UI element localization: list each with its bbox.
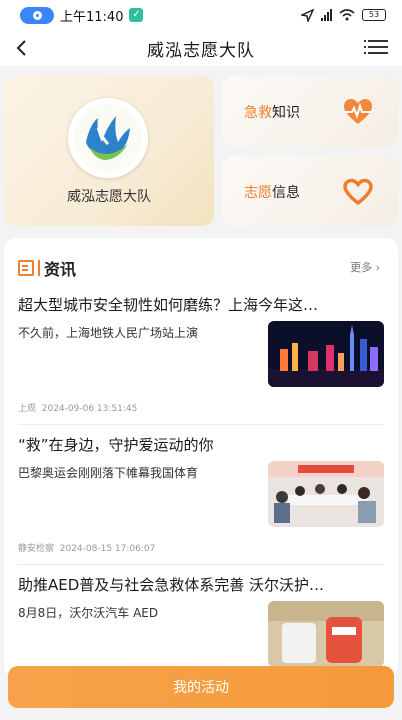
news-time: 2024-08-15 17:06:07 xyxy=(59,544,156,554)
news-item[interactable]: 超大型城市安全韧性如何磨练？上海今年这… 不久前，上海地铁人民广场站上演 上观 … xyxy=(18,294,384,432)
news-thumbnail xyxy=(268,461,384,527)
news-thumbnail xyxy=(268,321,384,387)
news-item-title: “救”在身边，守护爱运动的你 xyxy=(18,436,214,454)
more-link[interactable]: 更多 › xyxy=(350,259,380,275)
location-icon xyxy=(20,6,54,24)
my-activities-button[interactable]: 我的活动 xyxy=(8,666,394,708)
news-panel: 资讯 更多 › 超大型城市安全韧性如何磨练？上海今年这… 不久前，上海地铁人民广… xyxy=(4,238,398,678)
news-item-title: 助推AED普及与社会急救体系完善 沃尔沃护… xyxy=(18,576,325,594)
news-item[interactable]: “救”在身边，守护爱运动的你 巴黎奥运会刚刚落下帷幕我国体育 静安检察 2024… xyxy=(18,434,384,572)
volunteer-info-card[interactable]: 志愿信息 xyxy=(222,156,398,226)
menu-icon[interactable] xyxy=(364,40,388,56)
app-notification-icon: ✓ xyxy=(129,8,144,22)
news-time: 2024-09-06 13:51:45 xyxy=(41,404,138,414)
team-card[interactable]: 威泓志愿大队 xyxy=(4,76,214,226)
card-label: 知识 xyxy=(272,105,300,121)
first-aid-knowledge-card[interactable]: 急救知识 xyxy=(222,76,398,146)
news-source: 上观 xyxy=(18,404,37,414)
navigation-icon xyxy=(301,8,314,22)
team-logo xyxy=(68,98,148,178)
news-item[interactable]: 助推AED普及与社会急救体系完善 沃尔沃护… 8月8日，沃尔沃汽车 AED xyxy=(18,574,384,678)
back-icon[interactable] xyxy=(12,38,32,58)
divider xyxy=(18,564,384,565)
news-item-title: 超大型城市安全韧性如何磨练？上海今年这… xyxy=(18,296,319,314)
news-item-desc: 不久前，上海地铁人民广场站上演 xyxy=(18,326,199,340)
wifi-icon xyxy=(339,9,355,21)
card-label: 信息 xyxy=(272,185,300,201)
news-item-desc: 巴黎奥运会刚刚落下帷幕我国体育 xyxy=(18,466,199,480)
news-thumbnail xyxy=(268,601,384,667)
news-source: 静安检察 xyxy=(18,544,55,554)
news-header: 资讯 xyxy=(18,256,76,280)
card-highlight: 志愿 xyxy=(244,185,272,201)
status-bar: 上午11:40 ✓ 53 xyxy=(0,0,402,30)
status-time: 上午11:40 xyxy=(60,9,124,25)
divider xyxy=(18,424,384,425)
page-title: 威泓志愿大队 xyxy=(147,40,255,61)
heart-icon xyxy=(343,178,373,206)
news-title: 资讯 xyxy=(44,260,77,279)
team-name: 威泓志愿大队 xyxy=(67,189,151,205)
signal-icon xyxy=(321,9,332,21)
nav-bar: 威泓志愿大队 xyxy=(0,30,402,66)
news-item-desc: 8月8日，沃尔沃汽车 AED xyxy=(18,606,159,620)
battery-icon: 53 xyxy=(362,9,386,21)
card-highlight: 急救 xyxy=(244,105,272,121)
news-icon xyxy=(18,260,34,276)
heart-pulse-icon xyxy=(344,99,372,124)
